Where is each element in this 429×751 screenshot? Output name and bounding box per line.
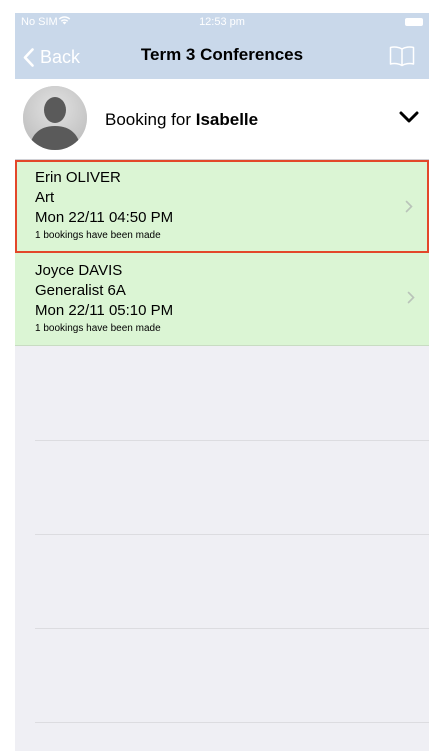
booking-note: 1 bookings have been made xyxy=(35,323,161,334)
empty-row-divider xyxy=(35,440,429,441)
empty-row-divider xyxy=(35,628,429,629)
teacher-name: Joyce DAVIS xyxy=(35,262,123,279)
chevron-down-icon[interactable] xyxy=(399,111,419,129)
person-silhouette-icon xyxy=(23,86,87,150)
booking-header[interactable]: Booking for Isabelle xyxy=(15,79,429,160)
empty-row-divider xyxy=(35,722,429,723)
booking-for-label: Booking for Isabelle xyxy=(105,110,258,130)
subject: Generalist 6A xyxy=(35,282,126,299)
teacher-name: Erin OLIVER xyxy=(35,169,121,186)
empty-row-divider xyxy=(35,534,429,535)
book-button[interactable] xyxy=(389,45,415,72)
status-bar: No SIM 12:53 pm xyxy=(15,13,429,33)
subject: Art xyxy=(35,189,55,206)
booking-row[interactable]: Erin OLIVER Art Mon 22/11 04:50 PM 1 boo… xyxy=(15,160,429,253)
appointment-time: Mon 22/11 04:50 PM xyxy=(35,209,174,226)
chevron-right-icon xyxy=(405,200,413,218)
booking-prefix: Booking for xyxy=(105,110,191,129)
appointment-time: Mon 22/11 05:10 PM xyxy=(35,302,174,319)
book-icon xyxy=(389,46,415,67)
booking-row[interactable]: Joyce DAVIS Generalist 6A Mon 22/11 05:1… xyxy=(15,253,429,346)
chevron-right-icon xyxy=(407,291,415,309)
navigation-bar: Back Term 3 Conferences xyxy=(15,33,429,79)
top-bar: No SIM 12:53 pm Back Term 3 Conferences xyxy=(15,13,429,79)
bookings-list: Erin OLIVER Art Mon 22/11 04:50 PM 1 boo… xyxy=(15,160,429,346)
clock: 12:53 pm xyxy=(199,16,245,28)
avatar xyxy=(23,86,87,150)
student-name: Isabelle xyxy=(195,110,259,129)
booking-note: 1 bookings have been made xyxy=(35,230,161,241)
page-title: Term 3 Conferences xyxy=(140,45,304,64)
app-screen: No SIM 12:53 pm Back Term 3 Conferences xyxy=(15,13,429,751)
battery-icon xyxy=(405,18,423,26)
